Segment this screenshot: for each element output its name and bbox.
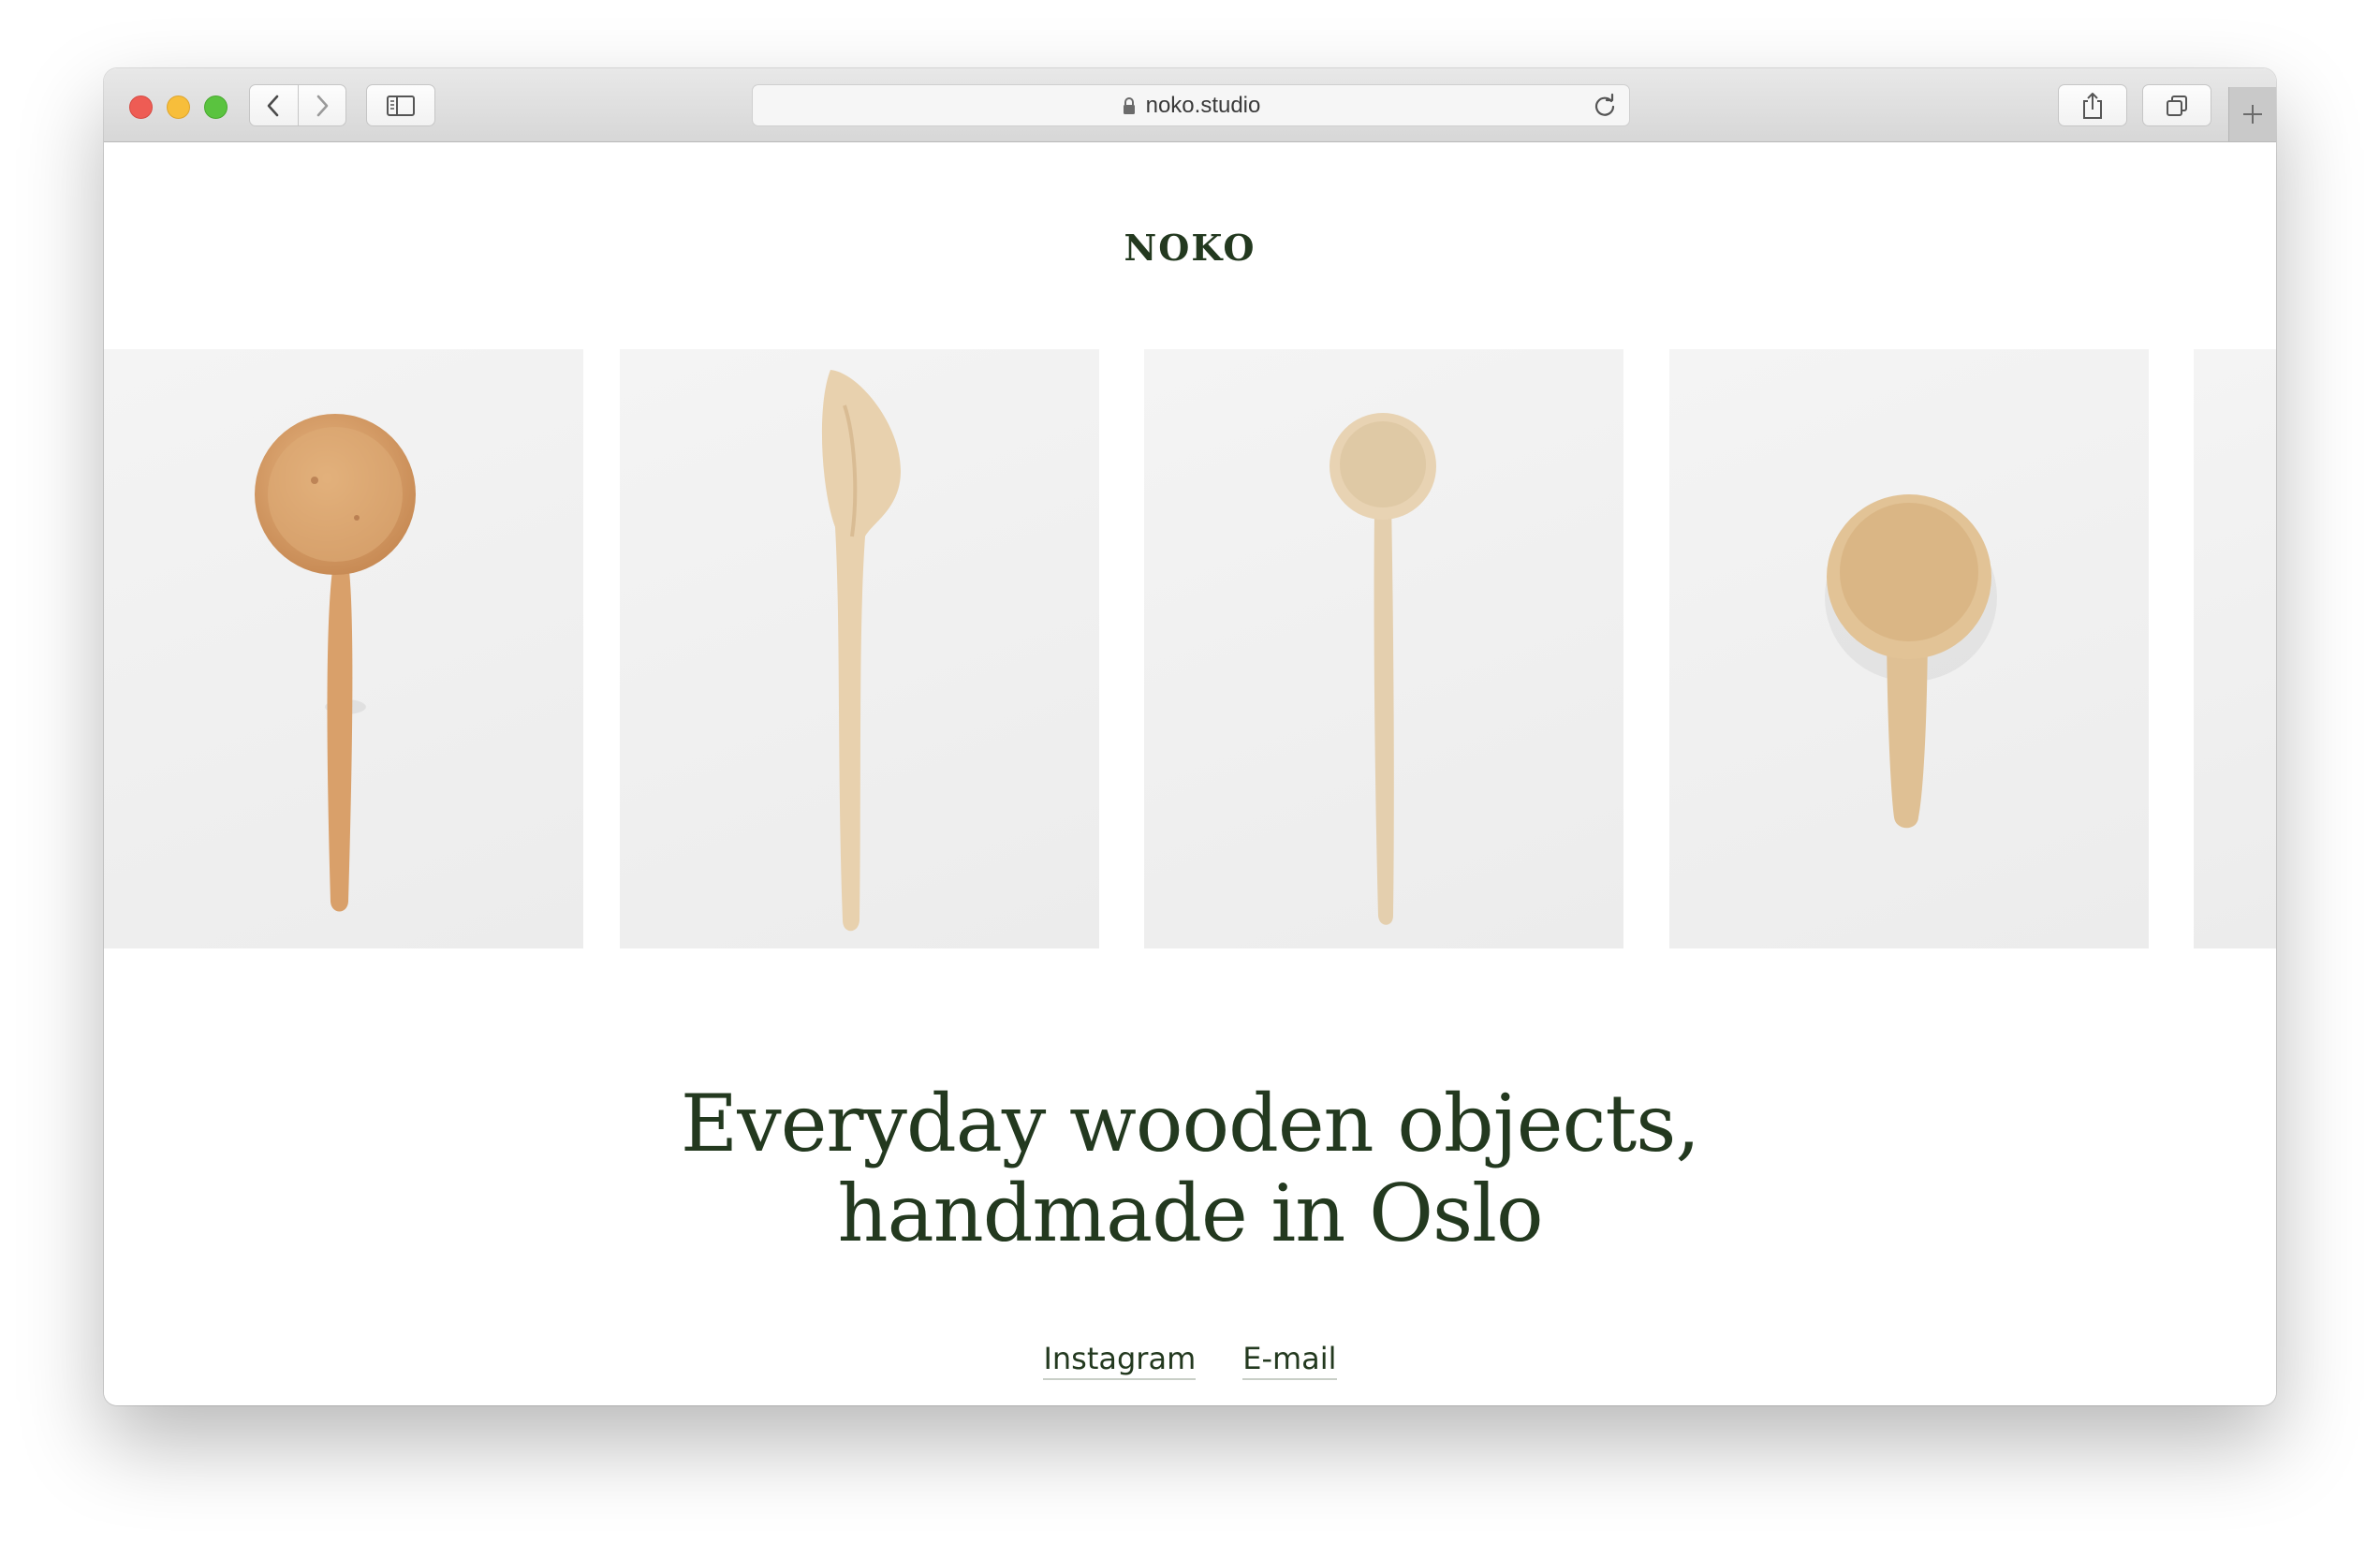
product-carousel[interactable]	[104, 349, 2276, 948]
wooden-scoop-image	[1825, 494, 1997, 829]
reload-icon[interactable]	[1592, 93, 1618, 119]
tabs-icon	[2167, 95, 2187, 116]
address-bar-content: noko.studio	[753, 85, 1629, 125]
sidebar-button[interactable]	[366, 84, 435, 126]
hero-headline: Everyday wooden objects, handmade in Osl…	[104, 1079, 2276, 1258]
plus-icon	[2243, 105, 2262, 124]
show-tabs-button[interactable]	[2142, 84, 2211, 126]
chevron-right-icon	[316, 95, 329, 116]
web-page: NOKO Everyday wooden objects, handmade i…	[104, 142, 2276, 1405]
chevron-left-icon	[267, 95, 279, 116]
product-card[interactable]	[1144, 349, 1623, 948]
share-icon	[2083, 92, 2102, 119]
browser-toolbar: noko.studio	[104, 68, 2276, 142]
zoom-window-button[interactable]	[204, 96, 228, 119]
new-tab-button[interactable]	[2228, 87, 2276, 141]
sidebar-icon	[387, 95, 415, 116]
instagram-link[interactable]: Instagram	[1043, 1341, 1197, 1380]
wooden-spoon-image	[1330, 413, 1436, 925]
wooden-spoon-image	[255, 414, 416, 912]
close-window-button[interactable]	[129, 96, 153, 119]
product-card[interactable]	[1669, 349, 2149, 948]
wooden-spatula-image	[821, 370, 901, 932]
address-bar[interactable]: noko.studio	[752, 84, 1630, 126]
product-card[interactable]	[2194, 349, 2276, 948]
browser-window: noko.studio NOKO Everyday wooden objects…	[104, 68, 2276, 1405]
minimize-window-button[interactable]	[167, 96, 190, 119]
url-text: noko.studio	[1145, 92, 1261, 118]
navigation-buttons	[249, 84, 346, 126]
forward-button[interactable]	[297, 85, 346, 125]
email-link[interactable]: E-mail	[1242, 1341, 1337, 1380]
back-button[interactable]	[250, 85, 298, 125]
share-button[interactable]	[2058, 84, 2127, 126]
lock-icon	[1123, 96, 1135, 114]
headline-line-1: Everyday wooden objects,	[680, 1078, 1700, 1169]
product-card[interactable]	[620, 349, 1099, 948]
product-card[interactable]	[104, 349, 583, 948]
footer-links: Instagram E-mail	[104, 1341, 2276, 1380]
headline-line-2: handmade in Oslo	[837, 1168, 1543, 1259]
screen: noko.studio NOKO Everyday wooden objects…	[0, 0, 2380, 1543]
site-logo[interactable]: NOKO	[104, 227, 2276, 269]
